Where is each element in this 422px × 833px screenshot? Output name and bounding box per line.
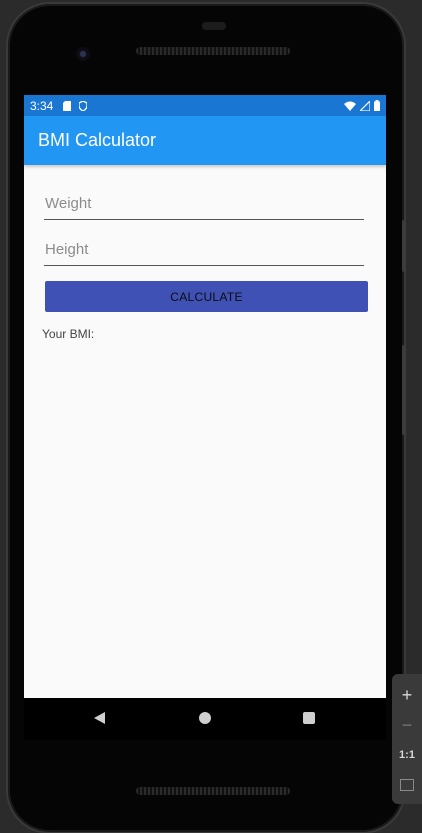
status-time: 3:34: [30, 98, 54, 113]
navigation-bar: [24, 698, 386, 740]
emulator-toolbar: + − 1:1: [392, 674, 422, 804]
status-right-icons: [344, 100, 380, 111]
bottom-speaker-grille: [136, 787, 290, 795]
recent-apps-icon[interactable]: [303, 712, 315, 724]
calculate-button[interactable]: CALCULATE: [45, 281, 368, 312]
fit-screen-icon: [400, 779, 414, 791]
height-input[interactable]: [44, 236, 364, 266]
earpiece: [202, 22, 226, 30]
zoom-in-button[interactable]: +: [394, 680, 420, 710]
app-title: BMI Calculator: [38, 130, 157, 150]
front-camera-icon: [76, 47, 90, 61]
back-icon[interactable]: [94, 712, 105, 724]
phone-screen: 3:34 BMI Calculator Weight Height CALCUL…: [24, 95, 386, 698]
power-button[interactable]: [402, 345, 406, 435]
wifi-icon: [344, 101, 356, 111]
signal-icon: [360, 100, 370, 111]
emulator-stage: 3:34 BMI Calculator Weight Height CALCUL…: [0, 0, 422, 833]
actual-size-button[interactable]: 1:1: [394, 740, 420, 770]
fit-screen-button[interactable]: [394, 770, 420, 800]
weight-input[interactable]: [44, 190, 364, 220]
bmi-result-label: Your BMI:: [42, 327, 95, 341]
volume-button[interactable]: [402, 220, 406, 272]
sd-card-icon: [63, 100, 72, 111]
zoom-out-button[interactable]: −: [394, 710, 420, 740]
shield-icon: [79, 100, 88, 111]
home-icon[interactable]: [199, 712, 211, 724]
app-bar: BMI Calculator: [24, 116, 386, 165]
battery-icon: [374, 100, 380, 111]
status-bar: 3:34: [24, 95, 386, 116]
top-speaker-grille: [136, 47, 290, 55]
